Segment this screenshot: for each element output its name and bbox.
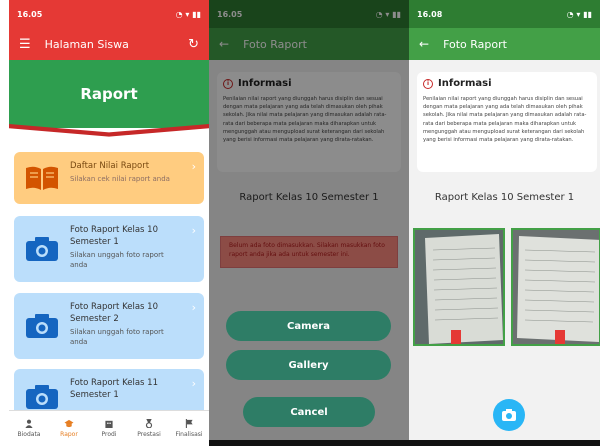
info-icon: i [423,78,433,89]
card-subtitle: Silakan cek nilai raport anda [70,175,170,183]
system-nav-bar [209,440,409,446]
status-bar: 16.08 ◔ ▾ ▮▮ [409,0,600,28]
raport-photo-thumbnail[interactable] [511,228,600,346]
gallery-button[interactable]: Gallery [226,350,391,380]
chevron-right-icon: › [191,377,196,390]
card-subtitle: Silakan unggah foto raport anda [70,328,164,346]
raport-photo-image [513,230,599,344]
raport-title: Raport Kelas 10 Semester 1 [434,192,575,203]
card-subtitle: Silakan unggah foto raport anda [70,251,164,269]
nav-label: Prestasi [137,431,161,438]
raport-photo-image [415,230,503,344]
menu-icon[interactable]: ☰ [19,37,31,52]
card-foto-raport-10-2[interactable]: Foto Raport Kelas 10 Semester 2 Silakan … [14,293,204,359]
screen-foto-raport-uploaded: 16.08 ◔ ▾ ▮▮ ← Foto Raport i Informasi Pe… [409,0,600,446]
delete-icon [451,330,461,344]
nav-finalisasi[interactable]: Finalisasi [170,411,208,446]
info-title: Informasi [438,78,492,89]
bottom-nav: Biodata Rapor Prodi Prestasi Finalisasi [9,410,209,446]
hero-banner: Raport [9,60,209,138]
chevron-right-icon: › [191,160,196,173]
nav-biodata[interactable]: Biodata [10,411,48,446]
nav-label: Finalisasi [175,431,203,438]
app-bar-title: Foto Raport [443,37,507,51]
info-body: Penilaian nilai raport yang diunggah har… [423,96,587,144]
card-title: Foto Raport Kelas 11 Semester 1 [70,378,158,400]
camera-icon [26,385,58,409]
card-foto-raport-10-1[interactable]: Foto Raport Kelas 10 Semester 1 Silakan … [14,216,204,282]
nav-label: Prodi [101,431,117,438]
nav-prestasi[interactable]: Prestasi [130,411,168,446]
app-bar: ☰ Halaman Siswa ↻ [9,28,209,60]
refresh-icon[interactable]: ↻ [188,37,199,52]
camera-icon [26,314,58,338]
screen-halaman-siswa: 16.05 ◔ ▾ ▮▮ ☰ Halaman Siswa ↻ Raport Da… [9,0,209,446]
app-bar-title: Halaman Siswa [44,37,129,51]
status-icons: ◔ ▾ ▮▮ [175,9,201,19]
card-title: Foto Raport Kelas 10 Semester 2 [70,302,158,324]
raport-photo-thumbnail[interactable] [413,228,505,346]
chevron-right-icon: › [191,224,196,237]
camera-icon [26,237,58,261]
camera-icon [502,409,516,421]
flag-icon [185,419,193,428]
medal-icon [145,419,153,428]
person-icon [25,419,33,428]
nav-label: Biodata [17,431,41,438]
hero-title: Raport [80,85,138,103]
cancel-button[interactable]: Cancel [243,397,375,427]
card-title: Daftar Nilai Raport [70,161,150,171]
status-time: 16.08 [417,9,443,19]
book-icon [26,166,58,190]
screen-foto-raport-dialog: 16.05 ◔ ▾ ▮▮ ← Foto Raport i Informasi Pe… [209,0,409,446]
delete-icon [555,330,565,344]
app-bar: ← Foto Raport [409,28,600,60]
camera-fab[interactable] [493,399,525,431]
status-icons: ◔ ▾ ▮▮ [566,9,592,19]
back-arrow-icon[interactable]: ← [419,37,429,51]
system-nav-bar [409,440,600,446]
card-daftar-nilai[interactable]: Daftar Nilai Raport Silakan cek nilai ra… [14,152,204,204]
nav-rapor[interactable]: Rapor [50,411,88,446]
status-bar: 16.05 ◔ ▾ ▮▮ [9,0,209,28]
nav-prodi[interactable]: Prodi [90,411,128,446]
nav-label: Rapor [60,431,78,438]
card-title: Foto Raport Kelas 10 Semester 1 [70,225,158,247]
building-icon [105,420,113,428]
info-card: i Informasi Penilaian nilai raport yang d… [417,72,597,172]
status-time: 16.05 [17,9,43,19]
chevron-right-icon: › [191,301,196,314]
camera-button[interactable]: Camera [226,311,391,341]
graduation-cap-icon [64,419,74,428]
